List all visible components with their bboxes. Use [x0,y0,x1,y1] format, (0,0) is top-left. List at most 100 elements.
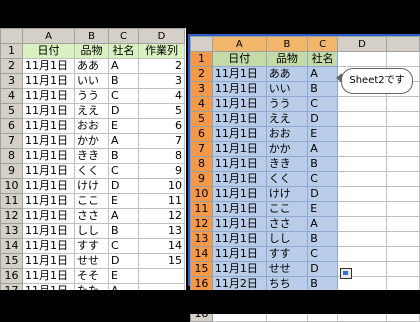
date-cell[interactable]: 11月1日 [22,133,75,149]
date-cell[interactable]: 11月1日 [211,81,267,97]
date-cell[interactable]: 11月1日 [211,201,267,217]
company-cell[interactable]: B [307,231,339,247]
row-heading[interactable]: 12 [0,208,23,224]
company-cell[interactable]: A [307,141,339,157]
cell[interactable] [385,186,420,202]
date-cell[interactable]: 11月1日 [22,253,75,269]
company-cell[interactable]: C [307,96,339,112]
cell[interactable] [385,201,420,217]
company-cell[interactable]: E [307,126,339,142]
date-cell[interactable]: 11月1日 [211,261,267,277]
date-cell[interactable]: 11月1日 [22,193,75,209]
cell[interactable] [385,246,420,262]
company-cell[interactable]: C [307,246,339,262]
work-cell[interactable]: 3 [138,73,185,89]
company-cell[interactable]: A [307,66,339,82]
row-heading[interactable]: 3 [190,81,213,97]
item-cell[interactable]: かか [265,141,309,157]
date-cell[interactable]: 11月1日 [211,216,267,232]
column-heading-b[interactable]: B [265,36,309,52]
cell[interactable] [385,156,420,172]
company-cell[interactable]: B [307,81,339,97]
item-cell[interactable]: せせ [265,261,309,277]
company-cell[interactable]: E [108,193,139,209]
work-cell[interactable]: 5 [138,103,185,119]
row-heading[interactable]: 5 [190,111,213,127]
item-cell[interactable]: すす [265,246,309,262]
row-heading[interactable]: 14 [190,246,213,262]
row-heading[interactable]: 16 [0,268,23,284]
row-heading[interactable]: 1 [0,43,23,59]
company-cell[interactable]: D [108,103,139,119]
item-cell[interactable]: ささ [74,208,109,224]
row-heading[interactable]: 2 [0,58,23,74]
item-cell[interactable]: しし [74,223,109,239]
date-cell[interactable]: 11月1日 [211,66,267,82]
item-cell[interactable]: くく [265,171,309,187]
column-heading-a[interactable]: A [22,28,75,44]
company-cell[interactable]: A [108,133,139,149]
date-cell[interactable]: 11月1日 [211,231,267,247]
cell[interactable] [385,126,420,142]
work-cell[interactable]: 11 [138,193,185,209]
cell[interactable] [337,111,387,127]
date-cell[interactable]: 11月1日 [211,171,267,187]
cell[interactable] [337,141,387,157]
company-cell[interactable]: A [108,58,139,74]
select-all-corner[interactable] [0,28,23,44]
cell[interactable] [337,216,387,232]
item-cell[interactable]: せせ [74,253,109,269]
row-heading[interactable]: 7 [190,141,213,157]
row-heading[interactable]: 11 [190,201,213,217]
cell[interactable] [385,171,420,187]
date-cell[interactable]: 11月1日 [22,103,75,119]
row-heading[interactable]: 2 [190,66,213,82]
company-cell[interactable]: C [108,88,139,104]
company-cell[interactable]: D [307,111,339,127]
company-cell[interactable]: A [108,208,139,224]
company-cell[interactable]: D [108,253,139,269]
cell[interactable] [337,156,387,172]
company-cell[interactable]: C [108,163,139,179]
item-cell[interactable]: ささ [265,216,309,232]
row-heading[interactable]: 6 [0,118,23,134]
select-all-corner[interactable] [190,36,213,52]
row-heading[interactable]: 1 [190,51,213,67]
item-cell[interactable]: けけ [265,186,309,202]
header-cell-work[interactable]: 作業列 [138,43,185,59]
row-heading[interactable]: 9 [190,171,213,187]
work-cell[interactable]: 7 [138,133,185,149]
work-cell[interactable]: 10 [138,178,185,194]
cell[interactable] [337,96,387,112]
date-cell[interactable]: 11月1日 [22,118,75,134]
row-heading[interactable]: 4 [190,96,213,112]
header-cell-date[interactable]: 日付 [22,43,75,59]
date-cell[interactable]: 11月1日 [22,148,75,164]
work-cell[interactable]: 2 [138,58,185,74]
date-cell[interactable]: 11月1日 [211,111,267,127]
work-cell[interactable]: 9 [138,163,185,179]
row-heading[interactable]: 13 [190,231,213,247]
row-heading[interactable]: 7 [0,133,23,149]
row-heading[interactable]: 11 [0,193,23,209]
cell[interactable] [385,141,420,157]
cell[interactable] [337,51,387,67]
work-cell[interactable]: 15 [138,253,185,269]
item-cell[interactable]: ええ [265,111,309,127]
row-heading[interactable]: 3 [0,73,23,89]
row-heading[interactable]: 4 [0,88,23,104]
item-cell[interactable]: きき [74,148,109,164]
column-heading-a[interactable]: A [211,36,267,52]
row-heading[interactable]: 12 [190,216,213,232]
item-cell[interactable]: いい [265,81,309,97]
company-cell[interactable]: B [307,156,339,172]
item-cell[interactable]: おお [265,126,309,142]
date-cell[interactable]: 11月1日 [22,163,75,179]
row-heading[interactable]: 8 [190,156,213,172]
row-heading[interactable]: 6 [190,126,213,142]
cell[interactable] [385,51,420,67]
item-cell[interactable]: しし [265,231,309,247]
cell[interactable] [337,231,387,247]
item-cell[interactable]: ここ [265,201,309,217]
cell[interactable] [385,111,420,127]
